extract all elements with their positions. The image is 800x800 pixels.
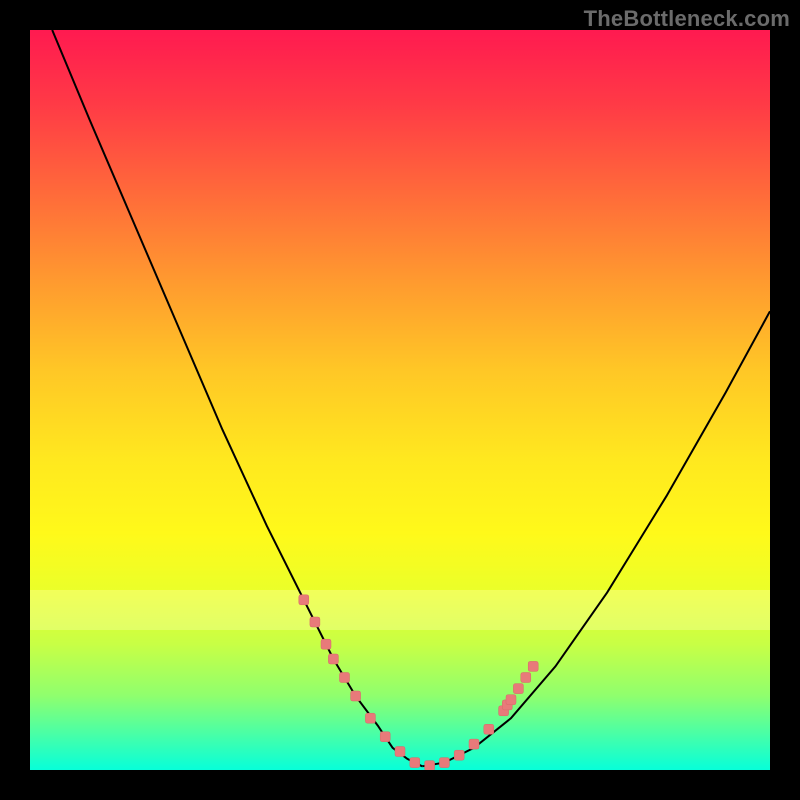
curve-right-curve: [422, 311, 770, 766]
scatter-point: [395, 747, 405, 757]
scatter-point: [380, 732, 390, 742]
watermark-text: TheBottleneck.com: [584, 6, 790, 32]
scatter-point: [299, 595, 309, 605]
plot-area: [30, 30, 770, 770]
scatter-point: [506, 695, 516, 705]
scatter-point: [528, 661, 538, 671]
scatter-point: [454, 750, 464, 760]
scatter-point: [310, 617, 320, 627]
curves-svg: [30, 30, 770, 770]
curve-left-curve: [52, 30, 422, 766]
scatter-point: [521, 673, 531, 683]
scatter-point: [410, 758, 420, 768]
scatter-point: [321, 639, 331, 649]
scatter-point: [425, 761, 435, 770]
scatter-point: [469, 739, 479, 749]
scatter-point: [513, 684, 523, 694]
scatter-point: [351, 691, 361, 701]
scatter-point: [484, 724, 494, 734]
scatter-point: [340, 673, 350, 683]
scatter-point: [365, 713, 375, 723]
scatter-point: [328, 654, 338, 664]
scatter-point: [439, 758, 449, 768]
chart-frame: TheBottleneck.com: [0, 0, 800, 800]
